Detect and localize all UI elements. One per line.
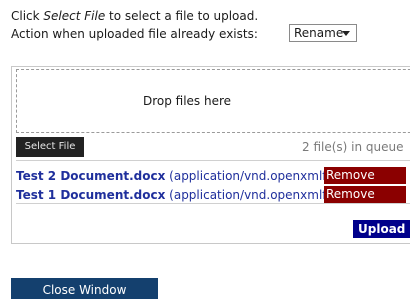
file-name: Test 1 Document.docx xyxy=(16,188,166,202)
instructions-text: Click Select File to select a file to up… xyxy=(11,8,258,24)
file-name: Test 2 Document.docx xyxy=(16,169,166,183)
remove-button[interactable]: Remove xyxy=(324,167,406,184)
file-type: (application/vnd.openxmlf xyxy=(165,188,327,202)
drop-zone[interactable]: Drop files here xyxy=(16,69,410,133)
chevron-down-icon xyxy=(342,31,350,36)
close-window-button[interactable]: Close Window xyxy=(11,278,158,299)
queue-count: 2 file(s) in queue xyxy=(302,140,404,154)
action-label: Action when uploaded file already exists… xyxy=(11,27,258,41)
drop-zone-text: Drop files here xyxy=(142,94,232,108)
instructions-emphasis: Select File xyxy=(43,9,106,23)
instructions-line: Click Select File to select a file to up… xyxy=(11,8,258,24)
remove-button[interactable]: Remove xyxy=(324,186,406,203)
instructions-suffix: to select a file to upload. xyxy=(105,9,259,23)
action-select-value: Rename xyxy=(294,26,344,40)
file-row: Test 2 Document.docx (application/vnd.op… xyxy=(16,167,327,185)
upload-dialog: Click Select File to select a file to up… xyxy=(0,0,410,299)
instructions-prefix: Click xyxy=(11,9,44,23)
action-select[interactable]: Rename xyxy=(289,24,357,42)
file-type: (application/vnd.openxmlf xyxy=(165,169,327,183)
file-row: Test 1 Document.docx (application/vnd.op… xyxy=(16,186,327,204)
upload-button[interactable]: Upload xyxy=(353,220,410,238)
select-file-button[interactable]: Select File xyxy=(16,137,84,157)
